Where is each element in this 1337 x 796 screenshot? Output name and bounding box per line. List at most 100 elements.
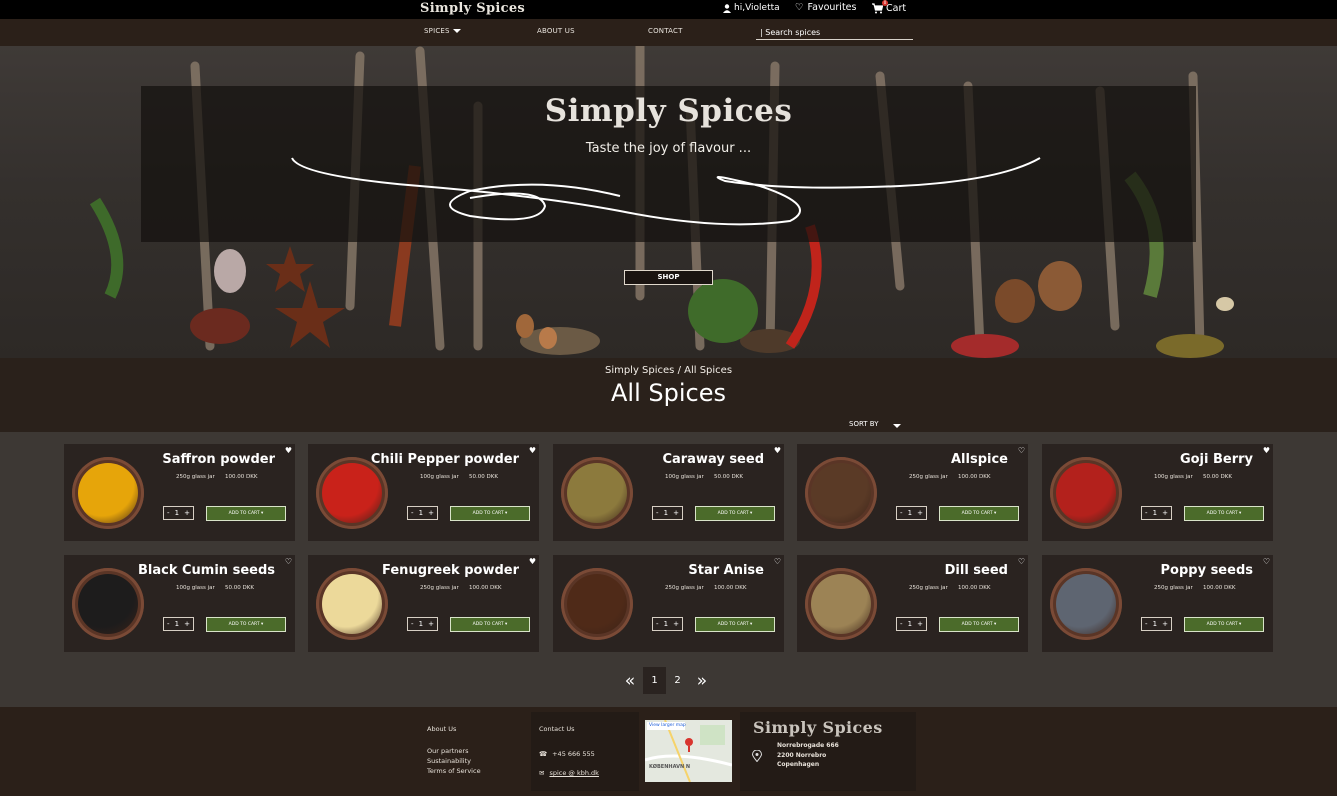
favourites-link[interactable]: ♡ Favourites <box>795 2 856 13</box>
product-card[interactable]: Allspice ♡ 250g glass jar 100.00 DKK -1 + ADD … <box>797 444 1028 541</box>
cart-link[interactable]: 0 Cart <box>872 0 906 14</box>
search-input[interactable] <box>756 26 913 40</box>
product-name[interactable]: Saffron powder <box>162 452 275 467</box>
quantity-stepper[interactable]: -1 + <box>896 617 927 631</box>
add-to-cart-button[interactable]: ADD TO CART ▾ <box>695 617 775 632</box>
product-name[interactable]: Fenugreek powder <box>382 563 519 578</box>
nav-contact[interactable]: CONTACT <box>648 27 683 35</box>
quantity-stepper[interactable]: -1 + <box>652 506 683 520</box>
increase-button[interactable]: + <box>673 509 679 517</box>
product-image[interactable] <box>72 568 144 640</box>
decrease-button[interactable]: - <box>411 509 414 517</box>
product-name[interactable]: Black Cumin seeds <box>138 563 275 578</box>
add-to-cart-button[interactable]: ADD TO CART ▾ <box>939 506 1019 521</box>
sort-by-dropdown[interactable]: SORT BY <box>849 419 901 428</box>
shop-button[interactable]: SHOP <box>624 270 713 285</box>
quantity-stepper[interactable]: -1 + <box>1141 506 1172 520</box>
quantity-stepper[interactable]: -1 + <box>1141 617 1172 631</box>
product-name[interactable]: Goji Berry <box>1180 452 1253 467</box>
product-image[interactable] <box>561 568 633 640</box>
product-name[interactable]: Star Anise <box>688 563 764 578</box>
quantity-stepper[interactable]: -1 + <box>407 617 438 631</box>
add-to-cart-button[interactable]: ADD TO CART ▾ <box>206 617 286 632</box>
brand-logo[interactable]: Simply Spices <box>420 1 525 16</box>
increase-button[interactable]: + <box>184 620 190 628</box>
heart-filled-icon[interactable]: ♥ <box>285 446 292 455</box>
increase-button[interactable]: + <box>184 509 190 517</box>
add-to-cart-button[interactable]: ADD TO CART ▾ <box>939 617 1019 632</box>
footer-link-sustainability[interactable]: Sustainability <box>427 756 481 766</box>
product-image[interactable] <box>805 568 877 640</box>
increase-button[interactable]: + <box>917 509 923 517</box>
product-image[interactable] <box>316 568 388 640</box>
breadcrumb[interactable]: Simply Spices / All Spices <box>0 365 1337 376</box>
heart-outline-icon[interactable]: ♡ <box>1018 557 1025 566</box>
nav-about-us[interactable]: ABOUT US <box>537 27 575 35</box>
quantity-stepper[interactable]: -1 + <box>407 506 438 520</box>
heart-outline-icon[interactable]: ♡ <box>774 557 781 566</box>
increase-button[interactable]: + <box>1162 509 1168 517</box>
decrease-button[interactable]: - <box>167 620 170 628</box>
heart-filled-icon[interactable]: ♥ <box>529 557 536 566</box>
prev-page-icon[interactable]: « <box>617 671 643 691</box>
add-to-cart-button[interactable]: ADD TO CART ▾ <box>450 617 530 632</box>
next-page-icon[interactable]: » <box>689 671 715 691</box>
product-name[interactable]: Caraway seed <box>662 452 764 467</box>
decrease-button[interactable]: - <box>1145 509 1148 517</box>
quantity-stepper[interactable]: -1 + <box>163 506 194 520</box>
user-account-link[interactable]: hi,Violetta <box>723 3 780 13</box>
heart-outline-icon[interactable]: ♡ <box>1018 446 1025 455</box>
decrease-button[interactable]: - <box>1145 620 1148 628</box>
page-1-button[interactable]: 1 <box>643 667 666 694</box>
heart-filled-icon[interactable]: ♥ <box>1263 446 1270 455</box>
product-image[interactable] <box>805 457 877 529</box>
heart-outline-icon[interactable]: ♡ <box>285 557 292 566</box>
product-name[interactable]: Chili Pepper powder <box>371 452 519 467</box>
decrease-button[interactable]: - <box>656 620 659 628</box>
increase-button[interactable]: + <box>428 620 434 628</box>
page-2-button[interactable]: 2 <box>666 667 689 694</box>
increase-button[interactable]: + <box>917 620 923 628</box>
product-image[interactable] <box>561 457 633 529</box>
add-to-cart-button[interactable]: ADD TO CART ▾ <box>206 506 286 521</box>
product-card[interactable]: Star Anise ♡ 250g glass jar 100.00 DKK -1 + AD… <box>553 555 784 652</box>
product-name[interactable]: Allspice <box>951 452 1008 467</box>
decrease-button[interactable]: - <box>656 509 659 517</box>
product-image[interactable] <box>72 457 144 529</box>
map-link-label[interactable]: View larger map <box>649 723 686 728</box>
product-name[interactable]: Poppy seeds <box>1161 563 1254 578</box>
contact-email[interactable]: ✉ spice @ kbh.dk <box>539 769 599 777</box>
add-to-cart-button[interactable]: ADD TO CART ▾ <box>1184 506 1264 521</box>
product-image[interactable] <box>316 457 388 529</box>
increase-button[interactable]: + <box>1162 620 1168 628</box>
add-to-cart-button[interactable]: ADD TO CART ▾ <box>450 506 530 521</box>
product-card[interactable]: Fenugreek powder ♥ 250g glass jar 100.00 DK… <box>308 555 539 652</box>
quantity-stepper[interactable]: -1 + <box>652 617 683 631</box>
product-card[interactable]: Caraway seed ♥ 100g glass jar 50.00 DKK -1 + A… <box>553 444 784 541</box>
decrease-button[interactable]: - <box>900 620 903 628</box>
quantity-stepper[interactable]: -1 + <box>896 506 927 520</box>
product-card[interactable]: Chili Pepper powder ♥ 100g glass jar 50.00 … <box>308 444 539 541</box>
product-card[interactable]: Saffron powder ♥ 250g glass jar 100.00 DKK -… <box>64 444 295 541</box>
increase-button[interactable]: + <box>673 620 679 628</box>
footer-link-about[interactable]: About Us <box>427 724 481 734</box>
product-name[interactable]: Dill seed <box>945 563 1008 578</box>
footer-link-terms[interactable]: Terms of Service <box>427 766 481 776</box>
product-image[interactable] <box>1050 457 1122 529</box>
product-card[interactable]: Poppy seeds ♡ 250g glass jar 100.00 DKK -1 + A… <box>1042 555 1273 652</box>
contact-phone[interactable]: ☎ +45 666 555 <box>539 750 595 758</box>
increase-button[interactable]: + <box>428 509 434 517</box>
product-card[interactable]: Black Cumin seeds ♡ 100g glass jar 50.00 DK… <box>64 555 295 652</box>
nav-spices-dropdown[interactable]: SPICES <box>424 27 461 35</box>
decrease-button[interactable]: - <box>167 509 170 517</box>
product-card[interactable]: Goji Berry ♥ 100g glass jar 50.00 DKK -1 + ADD… <box>1042 444 1273 541</box>
product-card[interactable]: Dill seed ♡ 250g glass jar 100.00 DKK -1 + ADD… <box>797 555 1028 652</box>
add-to-cart-button[interactable]: ADD TO CART ▾ <box>695 506 775 521</box>
heart-outline-icon[interactable]: ♡ <box>1263 557 1270 566</box>
product-image[interactable] <box>1050 568 1122 640</box>
heart-filled-icon[interactable]: ♥ <box>774 446 781 455</box>
footer-link-partners[interactable]: Our partners <box>427 746 481 756</box>
decrease-button[interactable]: - <box>900 509 903 517</box>
quantity-stepper[interactable]: -1 + <box>163 617 194 631</box>
decrease-button[interactable]: - <box>411 620 414 628</box>
